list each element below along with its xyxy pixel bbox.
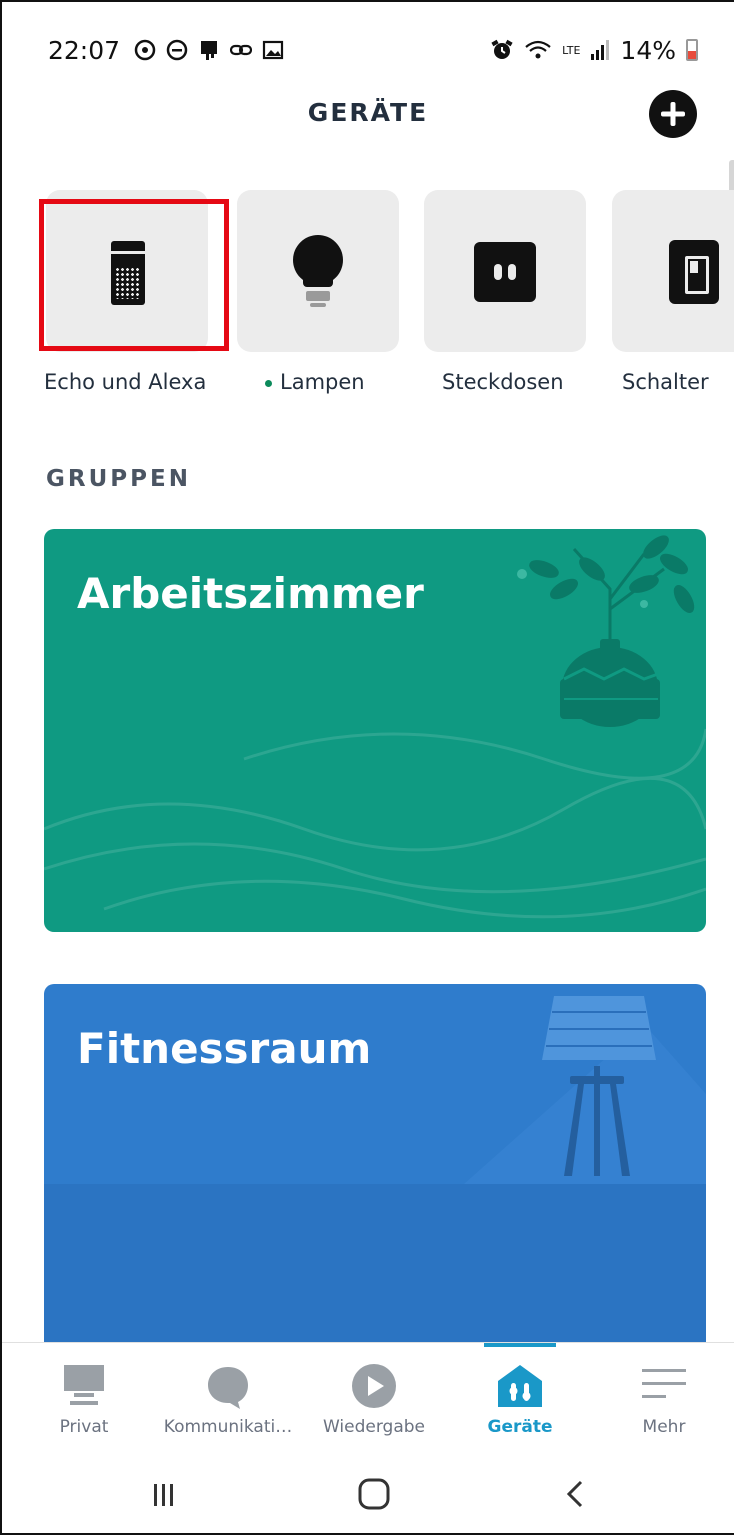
plug-icon	[474, 242, 536, 302]
system-navigation-bar	[2, 1454, 734, 1533]
nav-label: Privat	[59, 1417, 109, 1437]
category-label: Steckdosen	[442, 370, 564, 394]
groups-heading: GRUPPEN	[46, 466, 191, 492]
nav-label: Kommunikati…	[163, 1417, 293, 1437]
lte-label: LTE	[562, 43, 581, 57]
status-time: 22:07	[48, 35, 121, 65]
menu-icon	[642, 1369, 686, 1398]
page-title: GERÄTE	[307, 98, 429, 127]
battery-icon	[686, 39, 698, 61]
dnd-icon	[166, 39, 188, 61]
add-device-button[interactable]	[649, 90, 697, 138]
status-bar: 22:07 LTE 14%	[48, 32, 698, 68]
group-title: Arbeitszimmer	[77, 569, 424, 618]
category-label: Lampen	[280, 370, 365, 394]
nav-mehr[interactable]: Mehr	[591, 1343, 734, 1455]
nav-label: Wiedergabe	[322, 1417, 426, 1437]
active-dot-icon	[265, 379, 272, 387]
group-title: Fitnessraum	[77, 1024, 372, 1073]
category-label: Schalter	[622, 370, 709, 394]
bottom-navigation: Privat Kommunikati… Wiedergabe Geräte Me…	[2, 1342, 734, 1454]
play-icon	[352, 1364, 396, 1408]
signal-icon	[591, 40, 610, 60]
recent-apps-icon[interactable]	[152, 1474, 176, 1514]
home-icon	[64, 1365, 104, 1405]
chat-icon	[208, 1367, 248, 1409]
link-icon	[230, 44, 253, 56]
category-label-lampen: Lampen	[265, 370, 365, 394]
status-left: 22:07	[48, 36, 284, 65]
category-label: Echo und Alexa	[44, 370, 207, 394]
selection-highlight	[39, 199, 229, 351]
home-button-icon[interactable]	[357, 1474, 391, 1514]
devices-icon	[498, 1365, 542, 1407]
battery-percent: 14%	[620, 35, 676, 65]
switch-icon	[669, 240, 719, 304]
nav-label: Mehr	[642, 1417, 686, 1437]
nav-label: Geräte	[487, 1417, 553, 1437]
wifi-icon	[525, 40, 551, 59]
nav-privat[interactable]: Privat	[11, 1343, 157, 1455]
gallery-icon	[262, 40, 284, 60]
app-screen: 22:07 LTE 14% GERÄTE Echo und Alexa Lamp…	[0, 0, 734, 1535]
notification-icon	[201, 41, 218, 60]
alarm-icon	[491, 39, 513, 59]
lightbulb-icon	[293, 235, 343, 307]
back-icon[interactable]	[564, 1474, 586, 1514]
nav-kommunikation[interactable]: Kommunikati…	[155, 1343, 301, 1455]
nav-wiedergabe[interactable]: Wiedergabe	[301, 1343, 447, 1455]
sync-icon	[134, 39, 156, 61]
nav-geraete[interactable]: Geräte	[447, 1343, 593, 1455]
status-right: LTE 14%	[490, 36, 698, 65]
group-card-arbeitszimmer[interactable]: Arbeitszimmer	[44, 529, 706, 932]
group-card-fitnessraum[interactable]: Fitnessraum	[44, 984, 706, 1404]
